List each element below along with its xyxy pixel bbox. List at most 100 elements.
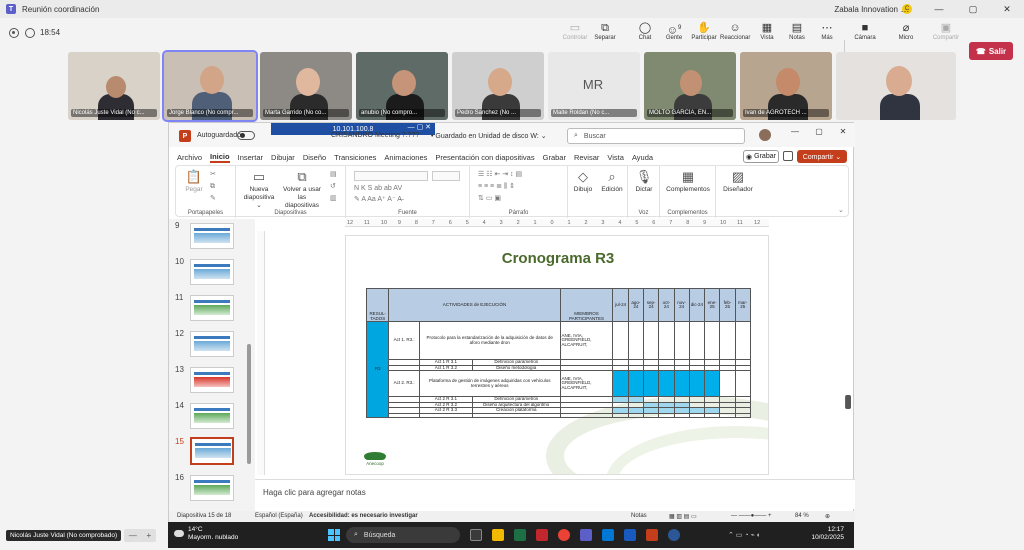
search-input[interactable]: ⌕ Buscar	[567, 128, 745, 144]
tab-inicio[interactable]: Inicio	[210, 152, 230, 163]
copy-icon[interactable]: ⧉	[210, 183, 218, 190]
slide-title[interactable]: Cronograma R3	[346, 250, 768, 267]
zoom-out-button[interactable]: —	[129, 531, 137, 540]
dictate-button[interactable]: 🎙 Dictar	[630, 170, 658, 194]
weather-widget[interactable]: 14°C Mayorm. nublado	[188, 526, 238, 542]
chat-button[interactable]: ◯ Chat	[630, 21, 660, 41]
font-color-icons[interactable]: ✎ A Aa A⁺ A⁻ A̶	[354, 196, 454, 203]
react-button[interactable]: ☺ Reaccionar	[720, 21, 750, 41]
taskbar-search[interactable]: ⌕ Búsqueda	[346, 527, 460, 543]
teams-icon[interactable]	[580, 529, 592, 541]
section-icon[interactable]: ▥	[330, 195, 338, 202]
tab-vista[interactable]: Vista	[607, 153, 624, 162]
pop-out-button[interactable]: ⧉ Separar	[590, 21, 620, 41]
participant-tile[interactable]: Pedro Sanchez (No ...	[452, 52, 544, 120]
zoom-in-button[interactable]: +	[146, 531, 151, 540]
align-icons[interactable]: ≡ ≡ ≡ ≣ ⫼ ⇕	[478, 183, 562, 190]
participant-tile[interactable]: Marta Garrido (No co...	[260, 52, 352, 120]
cut-icon[interactable]: ✂	[210, 171, 218, 178]
task-view-icon[interactable]	[470, 529, 482, 541]
avatar[interactable]	[759, 129, 771, 141]
participant-tile[interactable]: Nicolás Juste Vidal (No c...	[68, 52, 160, 120]
drawing-button[interactable]: ◇ Dibujo	[570, 170, 596, 194]
clock[interactable]: 12:17 10/02/2025	[811, 526, 844, 542]
people-button[interactable]: ☺9 Gente	[659, 21, 689, 41]
leave-button[interactable]: ☎ Salir	[969, 42, 1013, 60]
control-button[interactable]: ▭ Controlar	[560, 21, 590, 41]
slide-canvas[interactable]: Cronograma R3 RESUL-TADOS ACTIVIDADES de…	[345, 235, 769, 475]
language-status[interactable]: Español (España)	[255, 513, 303, 519]
schedule-table[interactable]: RESUL-TADOS ACTIVIDADES de EJECUCIÓN MIE…	[365, 288, 752, 419]
reset-icon[interactable]: ↺	[330, 183, 338, 190]
tab-dibujar[interactable]: Dibujar	[271, 153, 295, 162]
autosave-toggle[interactable]	[237, 131, 255, 140]
save-status[interactable]: • Guardado en Unidad de disco W: ⌄	[431, 132, 547, 140]
paste-button[interactable]: 📋 Pegar	[182, 170, 206, 194]
layout-icon[interactable]: ▤	[330, 171, 338, 178]
slide-thumbnail[interactable]	[190, 475, 234, 501]
collapse-ribbon-icon[interactable]: ⌄	[838, 207, 846, 214]
participant-tile[interactable]: MR Maite Roldan (No c...	[548, 52, 640, 120]
ppt-maximize-button[interactable]: ▢	[807, 127, 831, 136]
chrome-icon[interactable]	[558, 529, 570, 541]
notes-button[interactable]: ▤ Notas	[782, 21, 812, 41]
more-options-icon[interactable]: …	[888, 0, 922, 18]
participant-tile[interactable]: Jorge Blanco (No compr...	[162, 50, 258, 122]
outlook-icon[interactable]	[602, 529, 614, 541]
participant-tile[interactable]: anubio (No compro...	[356, 52, 448, 120]
font-size-select[interactable]	[432, 171, 460, 181]
remote-window-controls-icon[interactable]: — ▢ ✕	[408, 123, 431, 131]
tab-grabar[interactable]: Grabar	[543, 153, 566, 162]
minimize-button[interactable]: —	[922, 0, 956, 18]
browser-icon[interactable]	[668, 529, 680, 541]
tab-diseno[interactable]: Diseño	[303, 153, 326, 162]
slide-thumbnail[interactable]	[190, 295, 234, 321]
more-button[interactable]: ⋯ Más	[812, 21, 842, 41]
tab-transiciones[interactable]: Transiciones	[334, 153, 376, 162]
font-family-select[interactable]	[354, 171, 428, 181]
mic-button[interactable]: ⌀ Micro	[891, 21, 921, 41]
thumbnail-scrollbar[interactable]	[247, 344, 251, 464]
accessibility-status[interactable]: Accesibilidad: es necesario investigar	[309, 513, 418, 519]
comment-icon[interactable]	[783, 151, 793, 161]
tab-revisar[interactable]: Revisar	[574, 153, 599, 162]
reuse-slides-button[interactable]: ⧉ Volver a usar las diapositivas	[280, 170, 324, 210]
format-painter-icon[interactable]: ✎	[210, 195, 218, 202]
tab-insertar[interactable]: Insertar	[238, 153, 263, 162]
tab-animaciones[interactable]: Animaciones	[384, 153, 427, 162]
fit-slide-icon[interactable]: ⊕	[825, 513, 830, 520]
maximize-button[interactable]: ▢	[956, 0, 990, 18]
slide-thumbnail-active[interactable]	[190, 437, 234, 465]
notes-pane[interactable]: Haga clic para agregar notas	[255, 479, 855, 509]
system-tray-icons[interactable]: ⌃ ▭ ◔ ⌁ ◐	[728, 531, 761, 539]
slide-thumbnail[interactable]	[190, 367, 234, 393]
tab-archivo[interactable]: Archivo	[177, 153, 202, 162]
raise-hand-button[interactable]: ✋ Participar	[689, 21, 719, 41]
tab-ayuda[interactable]: Ayuda	[632, 153, 653, 162]
zoom-slider[interactable]: — ——●—— +	[731, 513, 771, 519]
excel-icon[interactable]	[514, 529, 526, 541]
powerpoint-icon[interactable]	[646, 529, 658, 541]
new-slide-button[interactable]: ▭ Nueva diapositiva ⌄	[242, 170, 276, 210]
view-button[interactable]: ▦ Vista	[752, 21, 782, 41]
addins-button[interactable]: ▦ Complementos	[664, 170, 712, 194]
ppt-close-button[interactable]: ✕	[831, 127, 855, 136]
camera-button[interactable]: ■ Cámara	[850, 21, 880, 41]
view-buttons-icon[interactable]: ▦ ▥ ▤ ▭	[669, 513, 697, 520]
slide-thumbnail[interactable]	[190, 331, 234, 357]
file-explorer-icon[interactable]	[492, 529, 504, 541]
tab-presentacion[interactable]: Presentación con diapositivas	[435, 153, 534, 162]
slide-thumbnail[interactable]	[190, 259, 234, 285]
participant-tile[interactable]: Ivan de AGROTECH ...	[740, 52, 832, 120]
designer-button[interactable]: ▨ Diseñador	[720, 170, 756, 194]
shared-view-scrollbar[interactable]	[846, 395, 851, 409]
participant-tile[interactable]	[836, 52, 956, 120]
editing-button[interactable]: ⌕ Edición	[598, 170, 626, 194]
slide-thumbnail[interactable]	[190, 223, 234, 249]
record-button[interactable]: ◉ Grabar	[743, 150, 779, 163]
close-button[interactable]: ✕	[990, 0, 1024, 18]
zoom-level[interactable]: 84 %	[795, 513, 809, 519]
share-button[interactable]: ▣ Compartir	[931, 21, 961, 41]
notes-toggle[interactable]: Notas	[631, 513, 647, 519]
text-direction-icons[interactable]: ⇅ ▭ ▣	[478, 195, 562, 202]
